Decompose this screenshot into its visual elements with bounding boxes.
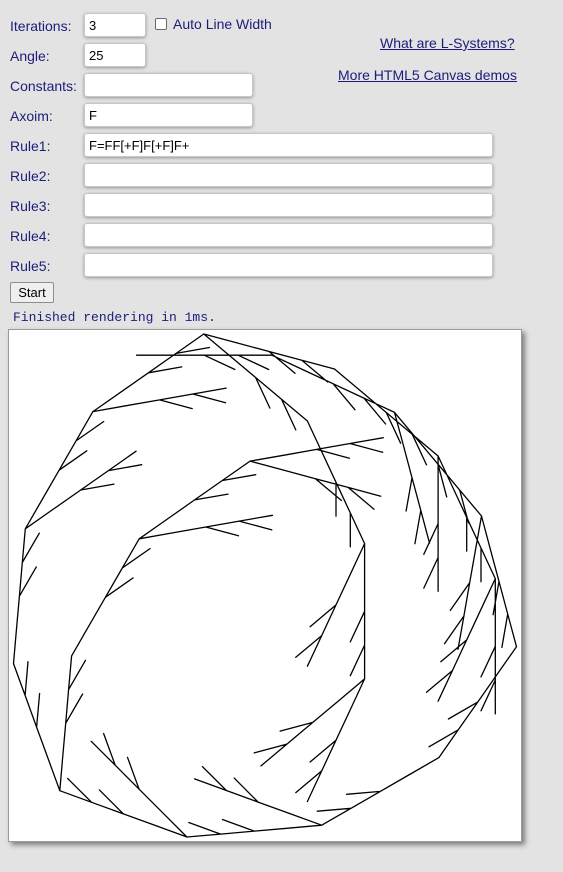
more-canvas-demos-link[interactable]: More HTML5 Canvas demos [338, 67, 517, 83]
rule3-label: Rule3: [10, 198, 51, 214]
auto-line-width-label: Auto Line Width [173, 16, 272, 32]
render-status: Finished rendering in 1ms. [13, 310, 216, 325]
what-are-l-systems-link[interactable]: What are L-Systems? [380, 35, 515, 51]
iterations-label: Iterations: [10, 18, 72, 34]
l-system-path [12, 333, 518, 838]
rule4-input[interactable] [84, 223, 493, 247]
start-button[interactable]: Start [10, 282, 54, 303]
l-system-drawing [12, 333, 518, 838]
rule2-input[interactable] [84, 163, 493, 187]
angle-input[interactable] [84, 43, 146, 67]
rule2-label: Rule2: [10, 168, 51, 184]
rule5-input[interactable] [84, 253, 493, 277]
rule3-input[interactable] [84, 193, 493, 217]
rule1-input[interactable] [84, 133, 493, 157]
auto-line-width-toggle[interactable]: Auto Line Width [155, 16, 272, 32]
auto-line-width-checkbox[interactable] [155, 18, 167, 30]
constants-input[interactable] [84, 73, 253, 97]
constants-label: Constants: [10, 78, 77, 94]
axiom-input[interactable] [84, 103, 253, 127]
render-canvas[interactable] [8, 329, 522, 842]
rule5-label: Rule5: [10, 258, 51, 274]
rule4-label: Rule4: [10, 228, 51, 244]
axiom-label: Axoim: [10, 108, 53, 124]
iterations-input[interactable] [84, 13, 146, 37]
angle-label: Angle: [10, 48, 50, 64]
rule1-label: Rule1: [10, 138, 51, 154]
